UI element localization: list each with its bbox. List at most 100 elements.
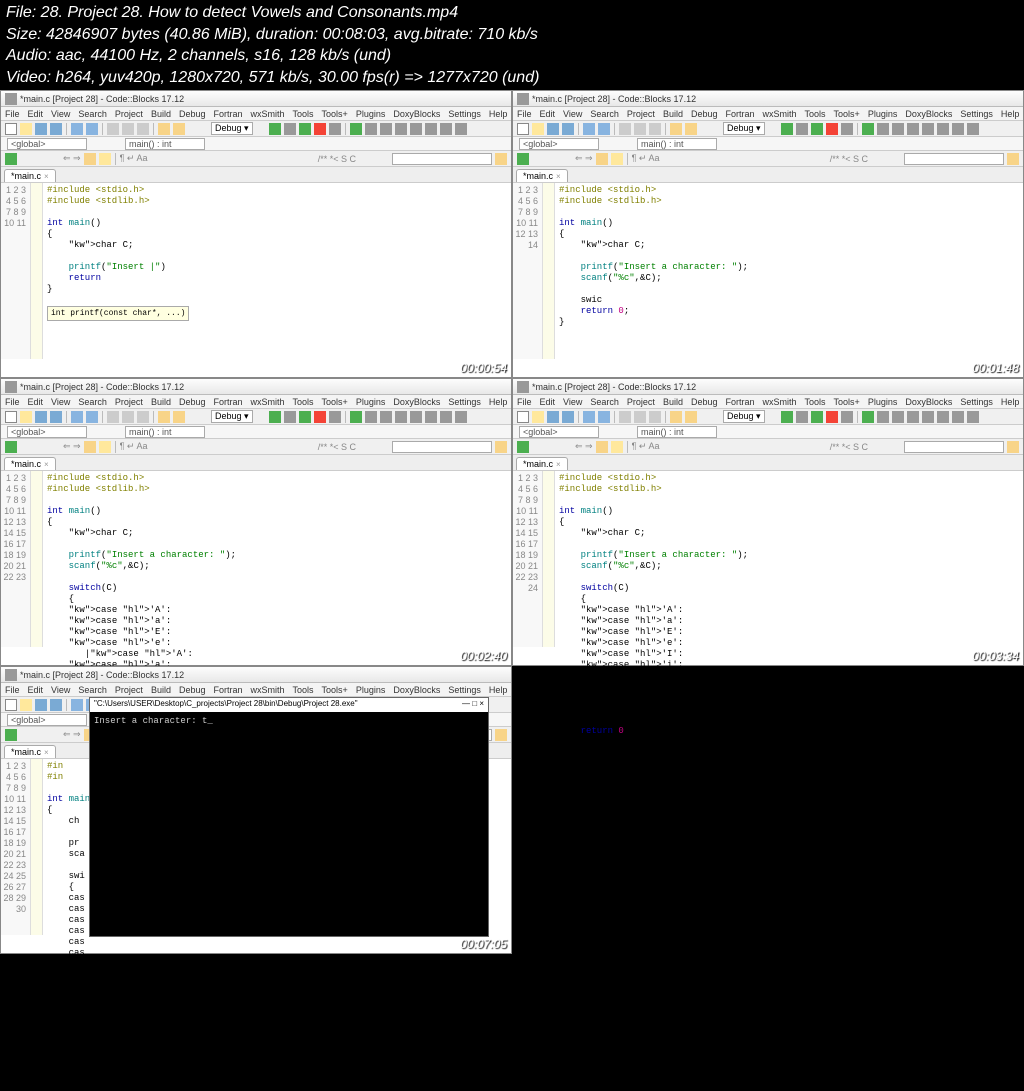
toolbar-icon[interactable]: [50, 123, 62, 135]
toolbar-icon[interactable]: [826, 411, 838, 423]
toolbar-icon[interactable]: [350, 411, 362, 423]
toolbar-icon[interactable]: [425, 411, 437, 423]
toolbar-icon[interactable]: [440, 123, 452, 135]
toolbar-icon[interactable]: [455, 123, 467, 135]
toolbar-icon[interactable]: [299, 411, 311, 423]
menu-item[interactable]: Tools: [293, 685, 314, 695]
menu-item[interactable]: Fortran: [213, 109, 242, 119]
menu-item[interactable]: Project: [115, 685, 143, 695]
toolbar-icon[interactable]: [158, 123, 170, 135]
toolbar-icon[interactable]: [50, 411, 62, 423]
menu-bar[interactable]: FileEditViewSearchProjectBuildDebugFortr…: [1, 107, 511, 121]
toolbar-icon[interactable]: [71, 699, 83, 711]
toolbar-icon[interactable]: [86, 411, 98, 423]
toolbar-icon[interactable]: [907, 411, 919, 423]
toolbar-icon[interactable]: [350, 123, 362, 135]
toolbar-icon[interactable]: [583, 123, 595, 135]
toolbar-icon[interactable]: [811, 411, 823, 423]
editor-tab[interactable]: *main.c×: [4, 169, 56, 182]
toolbar-icon[interactable]: [158, 411, 170, 423]
main-toolbar[interactable]: Debug ▾: [1, 409, 511, 425]
search-icon[interactable]: [1007, 153, 1019, 165]
toolbar-icon[interactable]: [299, 123, 311, 135]
scope-func-combo[interactable]: main() : int: [637, 138, 717, 150]
menu-item[interactable]: Settings: [960, 109, 993, 119]
secondary-toolbar[interactable]: ⇐ ⇒ ¶ ↵ Aa /** *< S C: [513, 439, 1023, 455]
search-combo[interactable]: [904, 441, 1004, 453]
toolbar-icon[interactable]: [35, 411, 47, 423]
toolbar-icon[interactable]: [137, 411, 149, 423]
toolbar-icon[interactable]: [634, 123, 646, 135]
menu-item[interactable]: Project: [115, 397, 143, 407]
code-editor[interactable]: 1 2 3 4 5 6 7 8 9 10 11 12 13 14 #includ…: [513, 183, 1023, 359]
menu-item[interactable]: Project: [627, 397, 655, 407]
brush-icon[interactable]: [596, 153, 608, 165]
console-titlebar[interactable]: "C:\Users\USER\Desktop\C_projects\Projec…: [90, 698, 488, 712]
editor-tabbar[interactable]: *main.c×: [513, 455, 1023, 471]
toolbar-icon[interactable]: [20, 411, 32, 423]
toolbar-icon[interactable]: [877, 123, 889, 135]
toolbar-icon[interactable]: [329, 411, 341, 423]
menu-item[interactable]: Fortran: [213, 685, 242, 695]
menu-item[interactable]: Help: [489, 109, 508, 119]
menu-item[interactable]: View: [563, 109, 582, 119]
build-target-combo[interactable]: Debug ▾: [723, 410, 765, 423]
menu-item[interactable]: Settings: [448, 109, 481, 119]
brush-icon[interactable]: [84, 153, 96, 165]
toolbar-icon[interactable]: [892, 411, 904, 423]
toolbar-icon[interactable]: [173, 123, 185, 135]
search-icon[interactable]: [495, 729, 507, 741]
toolbar-icon[interactable]: [796, 123, 808, 135]
search-icon[interactable]: [1007, 441, 1019, 453]
menu-item[interactable]: Build: [663, 397, 683, 407]
menu-bar[interactable]: FileEditViewSearchProjectBuildDebugFortr…: [513, 107, 1023, 121]
menu-item[interactable]: Help: [1001, 397, 1020, 407]
main-toolbar[interactable]: Debug ▾: [1, 121, 511, 137]
menu-item[interactable]: Search: [590, 109, 619, 119]
toolbar-icon[interactable]: [841, 411, 853, 423]
menu-item[interactable]: Search: [78, 685, 107, 695]
editor-tabbar[interactable]: *main.c×: [1, 455, 511, 471]
menu-item[interactable]: Tools: [805, 109, 826, 119]
menu-item[interactable]: Settings: [960, 397, 993, 407]
menu-bar[interactable]: FileEditViewSearchProjectBuildDebugFortr…: [513, 395, 1023, 409]
toolbar-icon[interactable]: [922, 123, 934, 135]
search-icon[interactable]: [495, 441, 507, 453]
format-icons[interactable]: ¶ ↵ Aa: [632, 441, 660, 452]
scope-global-combo[interactable]: <global>: [7, 714, 87, 726]
window-titlebar[interactable]: *main.c [Project 28] - Code::Blocks 17.1…: [1, 667, 511, 683]
menu-item[interactable]: Tools+: [322, 685, 348, 695]
editor-tab[interactable]: *main.c×: [516, 457, 568, 470]
menu-item[interactable]: DoxyBlocks: [393, 397, 440, 407]
toolbar-icon[interactable]: [71, 411, 83, 423]
scope-bar[interactable]: <global> main() : int: [513, 137, 1023, 151]
toolbar-icon[interactable]: [598, 123, 610, 135]
scope-func-combo[interactable]: main() : int: [637, 426, 717, 438]
menu-item[interactable]: Tools: [293, 397, 314, 407]
menu-item[interactable]: View: [51, 109, 70, 119]
scope-global-combo[interactable]: <global>: [7, 138, 87, 150]
toolbar-icon[interactable]: [781, 411, 793, 423]
toolbar-icon[interactable]: [20, 699, 32, 711]
menu-item[interactable]: File: [517, 397, 532, 407]
menu-item[interactable]: Tools+: [834, 109, 860, 119]
menu-item[interactable]: wxSmith: [251, 397, 285, 407]
scope-bar[interactable]: <global> main() : int: [513, 425, 1023, 439]
toolbar-icon[interactable]: [649, 411, 661, 423]
menu-item[interactable]: Help: [489, 685, 508, 695]
toolbar-icon[interactable]: [670, 411, 682, 423]
toolbar-icon[interactable]: [50, 699, 62, 711]
toolbar-icon[interactable]: [562, 123, 574, 135]
scope-func-combo[interactable]: main() : int: [125, 138, 205, 150]
code-area[interactable]: #include <stdio.h> #include <stdlib.h> i…: [43, 471, 511, 647]
menu-item[interactable]: DoxyBlocks: [393, 109, 440, 119]
scope-func-combo[interactable]: main() : int: [125, 426, 205, 438]
scope-global-combo[interactable]: <global>: [519, 426, 599, 438]
menu-bar[interactable]: FileEditViewSearchProjectBuildDebugFortr…: [1, 395, 511, 409]
menu-item[interactable]: Debug: [691, 109, 718, 119]
menu-item[interactable]: Build: [151, 109, 171, 119]
abc-label[interactable]: /** *< S C: [318, 154, 356, 164]
menu-item[interactable]: Help: [489, 397, 508, 407]
code-area[interactable]: #include <stdio.h> #include <stdlib.h> i…: [555, 471, 1023, 647]
scope-bar[interactable]: <global> main() : int: [1, 425, 511, 439]
